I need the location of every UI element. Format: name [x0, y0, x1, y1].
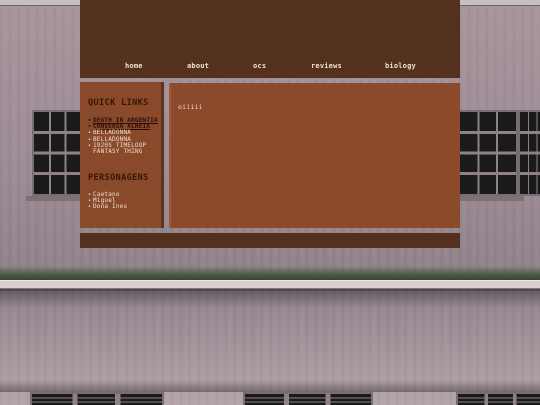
site-footer [80, 233, 460, 248]
background-ledge-shadow [0, 380, 540, 392]
site-header: home about ocs reviews biology [80, 0, 460, 78]
background-window [458, 110, 518, 196]
nav-link-home[interactable]: home [125, 62, 143, 70]
background-window-sill [454, 196, 524, 201]
quick-links-list: DEATH IN ARGENTIA CONVERSA ALHEIA BELLAD… [88, 117, 160, 155]
personagem-item: Dona Ines [88, 204, 160, 211]
main-content: oiiiii [169, 83, 460, 228]
background-ledge-shadow [0, 266, 540, 280]
nav-link-about[interactable]: about [187, 62, 209, 70]
background-window [518, 110, 540, 196]
sidebar: QUICK LINKS DEATH IN ARGENTIA CONVERSA A… [80, 82, 164, 228]
background-window [456, 392, 540, 405]
main-text: oiiiii [178, 102, 203, 111]
background-window-sill [26, 196, 86, 201]
nav-link-biology[interactable]: biology [385, 62, 416, 70]
background-window [32, 110, 84, 196]
background-stain [0, 288, 540, 308]
main-nav: home about ocs reviews biology [80, 62, 460, 74]
quick-links-heading: QUICK LINKS [88, 98, 149, 108]
quick-link-item: 1920S TIMELOOP FANTASY THING [88, 142, 160, 155]
nav-link-ocs[interactable]: ocs [253, 62, 266, 70]
personagens-list: Caetano Miguel Dona Ines [88, 191, 160, 211]
background-window [243, 392, 373, 405]
background-window [30, 392, 164, 405]
personagens-heading: PERSONAGENS [88, 173, 149, 183]
nav-link-reviews[interactable]: reviews [311, 62, 342, 70]
